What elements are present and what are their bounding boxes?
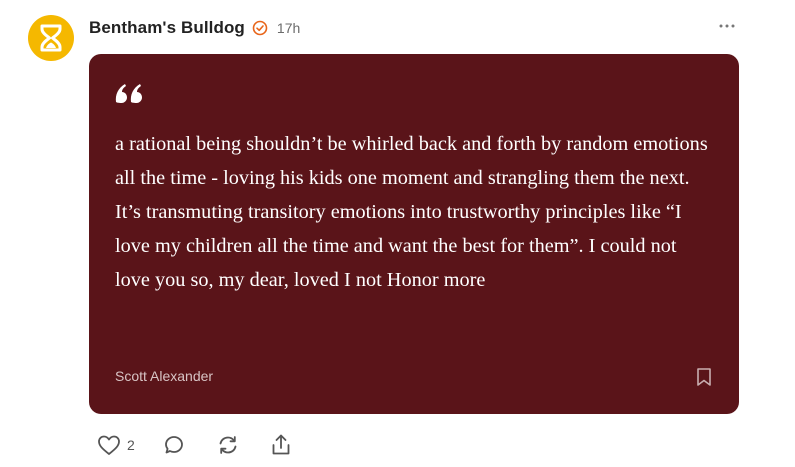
quote-attribution: Scott Alexander: [115, 368, 214, 384]
post-header: Bentham's Bulldog 17h: [89, 16, 300, 40]
quote-mark-icon: [115, 82, 145, 109]
hourglass-icon: [40, 24, 62, 52]
comment-icon: [164, 436, 183, 454]
restack-icon: [219, 436, 237, 454]
verified-badge-icon: [252, 20, 268, 36]
more-options-button[interactable]: [716, 18, 738, 34]
share-button[interactable]: [270, 433, 292, 457]
like-count: 2: [127, 437, 135, 453]
bookmark-icon: [697, 368, 711, 386]
post-timestamp[interactable]: 17h: [277, 20, 300, 36]
share-icon: [272, 434, 290, 455]
heart-icon: [98, 435, 120, 455]
author-name[interactable]: Bentham's Bulldog: [89, 18, 245, 38]
comment-button[interactable]: [162, 433, 186, 457]
avatar[interactable]: [28, 15, 74, 61]
bookmark-button[interactable]: [695, 367, 713, 387]
quote-text: a rational being shouldn’t be whirled ba…: [115, 133, 708, 291]
like-button[interactable]: 2: [97, 434, 135, 456]
post-actions: 2: [97, 432, 292, 458]
quote-card[interactable]: a rational being shouldn’t be whirled ba…: [89, 54, 739, 414]
ellipsis-icon: [719, 24, 735, 28]
restack-button[interactable]: [216, 433, 240, 457]
